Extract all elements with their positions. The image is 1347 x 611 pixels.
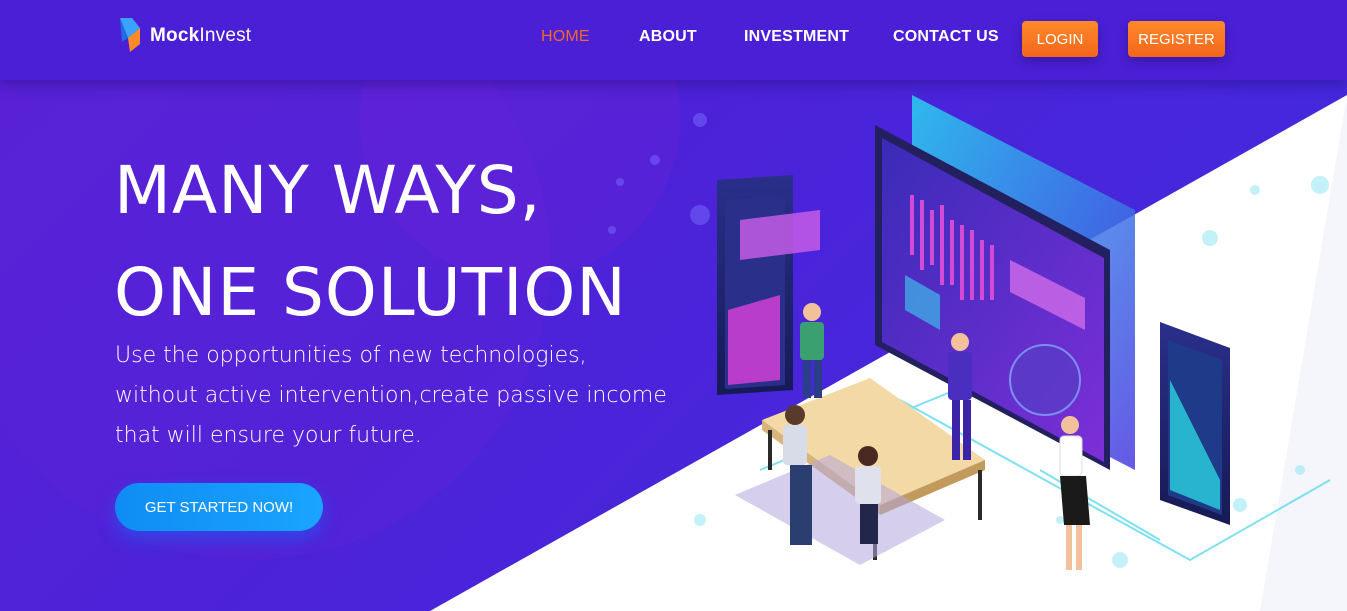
brand-name: MockInvest <box>150 25 251 47</box>
nav-home[interactable]: HOME <box>541 28 590 46</box>
logo-icon <box>120 18 140 52</box>
hero-headline: MANY WAYS, ONE SOLUTION <box>114 140 627 344</box>
hero-section: MockInvest HOME ABOUT INVESTMENT CONTACT… <box>0 0 1347 611</box>
login-button[interactable]: LOGIN <box>1022 21 1098 57</box>
hero-subtext: Use the opportunities of new technologie… <box>115 343 667 448</box>
top-navbar: MockInvest HOME ABOUT INVESTMENT CONTACT… <box>0 0 1347 80</box>
nav-contact-us[interactable]: CONTACT US <box>893 28 999 46</box>
hero-headline-line2: ONE SOLUTION <box>114 254 627 331</box>
hero-headline-line1: MANY WAYS, <box>114 152 542 229</box>
register-button[interactable]: REGISTER <box>1128 21 1225 57</box>
brand-name-rest: Invest <box>199 25 252 46</box>
nav-about[interactable]: ABOUT <box>639 28 697 46</box>
brand-name-bold: Mock <box>150 25 200 46</box>
nav-investment[interactable]: INVESTMENT <box>744 28 849 46</box>
brand-logo[interactable]: MockInvest <box>116 14 251 58</box>
get-started-button[interactable]: GET STARTED NOW! <box>115 483 323 531</box>
